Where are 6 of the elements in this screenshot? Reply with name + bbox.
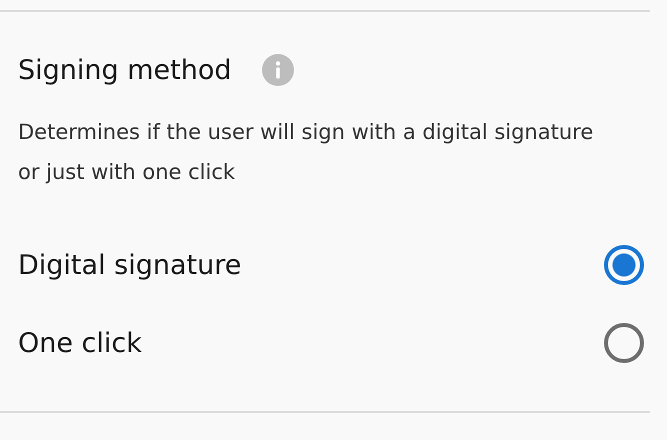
option-label: One click: [18, 328, 142, 358]
radio-button[interactable]: [604, 245, 644, 285]
radio-button[interactable]: [604, 323, 644, 363]
section-description: Determines if the user will sign with a digital signature or just with one click: [18, 119, 594, 186]
section-title: Signing method: [18, 54, 232, 86]
option-label: Digital signature: [18, 250, 242, 280]
